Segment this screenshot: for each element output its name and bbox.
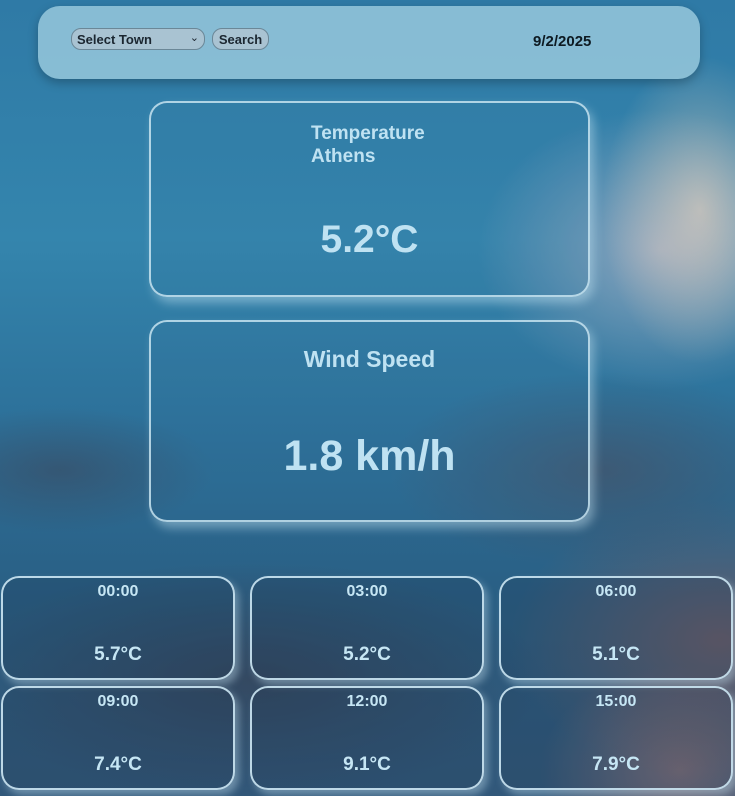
- forecast-card: 15:00 7.9°C: [499, 686, 733, 790]
- forecast-temp: 5.2°C: [343, 644, 391, 665]
- wind-speed-value: 1.8 km/h: [283, 432, 456, 480]
- wind-speed-title: Wind Speed: [303, 346, 436, 372]
- forecast-card: 00:00 5.7°C: [1, 576, 235, 680]
- forecast-time: 09:00: [97, 693, 139, 710]
- forecast-temp: 7.4°C: [94, 754, 142, 775]
- temperature-heading: Temperature Athens: [311, 122, 425, 168]
- city-name: Athens: [311, 146, 376, 167]
- temperature-value: 5.2°C: [320, 218, 419, 261]
- forecast-card: 12:00 9.1°C: [250, 686, 484, 790]
- forecast-time: 00:00: [97, 583, 139, 600]
- temperature-card: Temperature Athens 5.2°C: [149, 101, 590, 297]
- forecast-time: 06:00: [595, 583, 637, 600]
- hourly-forecast: 00:00 5.7°C 03:00 5.2°C 06:00 5.1°C 09:0…: [0, 575, 735, 796]
- forecast-card: 06:00 5.1°C: [499, 576, 733, 680]
- search-button[interactable]: Search: [212, 28, 269, 50]
- forecast-time: 15:00: [595, 693, 637, 710]
- current-date: 9/2/2025: [533, 33, 592, 50]
- town-select-value: Select Town: [77, 31, 152, 47]
- forecast-temp: 7.9°C: [592, 754, 640, 775]
- forecast-temp: 5.1°C: [592, 644, 640, 665]
- wind-speed-card: Wind Speed 1.8 km/h: [149, 320, 590, 522]
- forecast-card: 03:00 5.2°C: [250, 576, 484, 680]
- chevron-down-icon: ⌄: [189, 32, 199, 44]
- forecast-temp: 9.1°C: [343, 754, 391, 775]
- top-bar: Select Town ⌄ Search 9/2/2025: [38, 6, 700, 79]
- forecast-temp: 5.7°C: [94, 644, 142, 665]
- forecast-card: 09:00 7.4°C: [1, 686, 235, 790]
- town-select[interactable]: Select Town ⌄: [71, 28, 205, 50]
- temperature-title: Temperature: [311, 123, 425, 144]
- forecast-time: 03:00: [346, 583, 388, 600]
- forecast-time: 12:00: [346, 693, 388, 710]
